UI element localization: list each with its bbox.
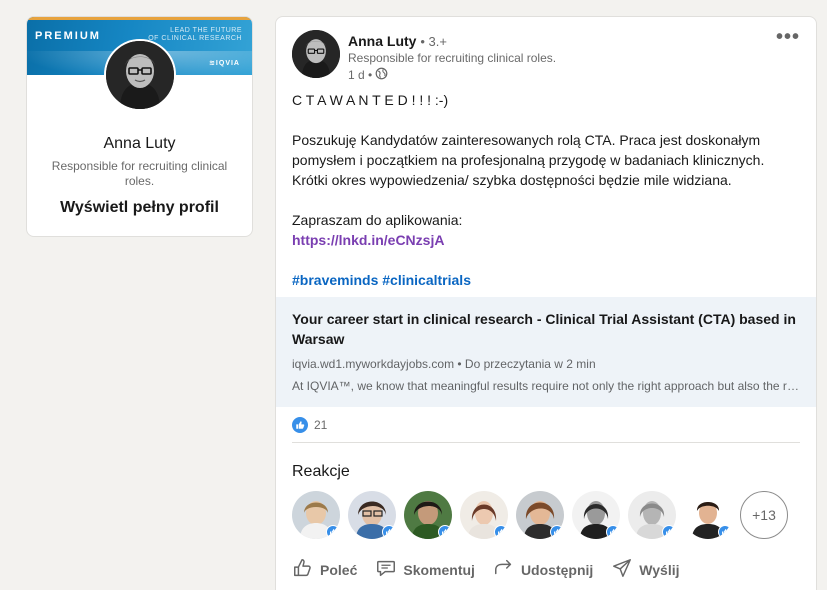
post-text: C T A W A N T E D ! ! ! :-) Poszukuję Ka… [292,90,792,290]
like-reaction-icon [662,525,676,539]
post-line: C T A W A N T E D ! ! ! :-) [292,92,449,108]
recommend-button[interactable]: Poleć [288,553,361,586]
connection-degree: • 3.+ [420,34,447,49]
like-reaction-icon [606,525,620,539]
post-line: pomysłem i początkiem na profesjonalną p… [292,152,765,168]
share-label: Udostępnij [520,561,594,578]
post-time: 1 d • [348,68,373,82]
post-short-link[interactable]: https://lnkd.in/eCNzsjA [292,232,444,248]
reactor-avatar[interactable] [516,491,564,539]
link-preview-card[interactable]: Your career start in clinical research -… [276,297,816,407]
more-reactors-button[interactable]: +13 [740,491,788,539]
reactor-avatar[interactable] [460,491,508,539]
paper-plane-icon [611,557,633,582]
reaction-count: 21 [314,418,328,432]
author-headline: Responsible for recruiting clinical role… [348,51,557,65]
post-meta: 1 d • [348,67,388,83]
profile-headline: Responsible for recruiting clinical role… [51,159,228,188]
like-reaction-icon [438,525,452,539]
comment-icon [375,557,397,582]
globe-icon [375,67,388,83]
comment-label: Skomentuj [403,561,475,578]
like-reaction-icon [494,525,508,539]
profile-card: PREMIUM LEAD THE FUTURE OF CLINICAL RESE… [26,16,253,237]
preview-description: At IQVIA™, we know that meaningful resul… [292,379,800,393]
comment-button[interactable]: Skomentuj [371,553,479,586]
profile-avatar[interactable] [104,39,176,111]
author-avatar[interactable] [292,30,340,78]
post-hashtags[interactable]: #braveminds #clinicaltrials [292,272,471,288]
thumbs-up-icon [292,557,314,582]
banner-logo: ≋IQVIA [209,60,240,67]
preview-title[interactable]: Your career start in clinical research -… [292,309,800,349]
recommend-label: Poleć [320,561,358,578]
post-card: Anna Luty • 3.+ Responsible for recruiti… [275,16,817,590]
like-reaction-icon [550,525,564,539]
reactor-avatar[interactable] [684,491,732,539]
reactions-heading: Reakcje [292,463,350,480]
reactor-avatar[interactable] [292,491,340,539]
post-line: Krótki okres wypowiedzenia/ szybka dostę… [292,172,732,188]
banner-tagline: LEAD THE FUTURE OF CLINICAL RESEARCH [148,27,242,42]
reactor-avatar[interactable] [628,491,676,539]
post-line: Poszukuję Kandydatów zainteresowanych ro… [292,132,761,148]
more-options-icon[interactable]: ••• [776,27,800,47]
reactor-avatar[interactable] [348,491,396,539]
premium-label: PREMIUM [35,30,101,42]
preview-source: iqvia.wd1.myworkdayjobs.com • Do przeczy… [292,357,596,371]
send-label: Wyślij [639,561,680,578]
like-reaction-icon [382,525,396,539]
like-reaction-icon [718,525,732,539]
reaction-summary[interactable]: 21 [292,417,327,433]
profile-name[interactable]: Anna Luty [27,135,252,153]
view-full-profile-link[interactable]: Wyświetl pełny profil [27,199,252,217]
author-name[interactable]: Anna Luty • 3.+ [348,33,447,49]
send-button[interactable]: Wyślij [607,553,683,586]
share-arrow-icon [493,557,515,582]
post-actions-bar: Poleć Skomentuj Udostępnij Wyślij [288,553,693,586]
post-line: Zapraszam do aplikowania: [292,212,463,228]
like-reaction-icon [326,525,340,539]
like-reaction-icon [292,417,308,433]
reactor-avatar[interactable] [572,491,620,539]
share-button[interactable]: Udostępnij [489,553,597,586]
divider [292,442,800,443]
reactor-avatar[interactable] [404,491,452,539]
